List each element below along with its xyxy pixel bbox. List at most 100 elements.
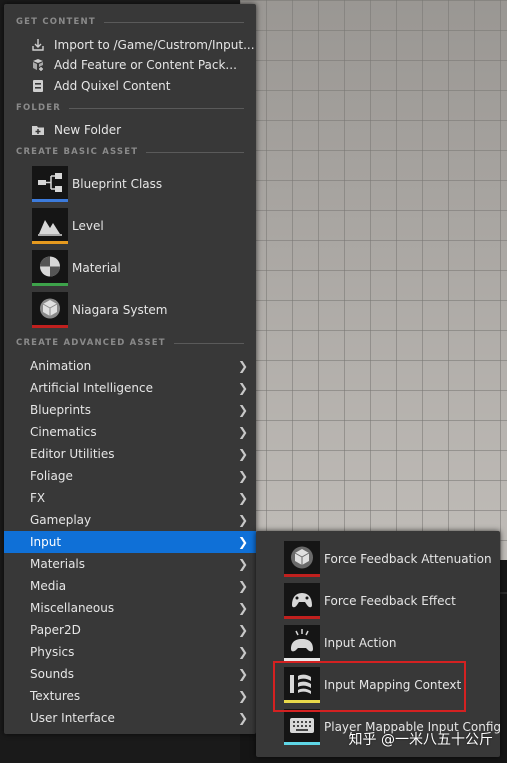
category-label: Input [30,535,62,549]
asset-type-color-bar [32,325,68,328]
quixel-icon [31,79,45,93]
chevron-right-icon: ❯ [237,601,248,615]
chevron-right-icon: ❯ [237,491,248,505]
category-physics[interactable]: Physics ❯ [4,641,256,663]
category-label: Media [30,579,67,593]
chevron-right-icon: ❯ [237,623,248,637]
asset-item-label: Niagara System [72,303,168,317]
submenu-item-force-feedback-attenuation[interactable]: Force Feedback Attenuation [256,539,500,579]
category-input[interactable]: Input ❯ [4,531,256,553]
section-header-create-basic-asset: CREATE BASIC ASSET [16,146,244,158]
asset-type-color-bar [284,742,320,745]
asset-type-color-bar [32,199,68,202]
chevron-right-icon: ❯ [237,535,248,549]
divider [103,21,244,23]
menu-item-label: Add Quixel Content [54,79,171,93]
asset-type-color-bar [32,283,68,286]
chevron-right-icon: ❯ [237,711,248,725]
category-animation[interactable]: Animation ❯ [4,355,256,377]
category-label: Textures [30,689,81,703]
chevron-right-icon: ❯ [237,645,248,659]
divider [69,107,244,109]
menu-item-add-feature-pack[interactable]: Add Feature or Content Pack... [4,55,256,75]
category-textures[interactable]: Textures ❯ [4,685,256,707]
submenu-item-label: Force Feedback Effect [324,594,456,608]
chevron-right-icon: ❯ [237,447,248,461]
category-cinematics[interactable]: Cinematics ❯ [4,421,256,443]
submenu-item-force-feedback-effect[interactable]: Force Feedback Effect [256,581,500,621]
category-media[interactable]: Media ❯ [4,575,256,597]
category-editor-utilities[interactable]: Editor Utilities ❯ [4,443,256,465]
category-label: Materials [30,557,86,571]
level-viewport[interactable] [240,0,507,560]
category-label: Physics [30,645,75,659]
menu-item-label: Import to /Game/Custrom/Input... [54,38,255,52]
divider [146,151,244,153]
category-label: Blueprints [30,403,92,417]
content-pack-icon [31,58,45,72]
section-header-folder: FOLDER [16,102,244,114]
category-label: User Interface [30,711,115,725]
chevron-right-icon: ❯ [237,425,248,439]
category-label: FX [30,491,46,505]
category-label: Cinematics [30,425,97,439]
force-feedback-effect-icon [284,583,320,619]
menu-item-new-folder[interactable]: New Folder [4,120,256,140]
category-label: Miscellaneous [30,601,115,615]
section-header-create-advanced-asset: CREATE ADVANCED ASSET [16,337,244,349]
category-label: Animation [30,359,92,373]
category-materials[interactable]: Materials ❯ [4,553,256,575]
category-foliage[interactable]: Foliage ❯ [4,465,256,487]
category-miscellaneous[interactable]: Miscellaneous ❯ [4,597,256,619]
chevron-right-icon: ❯ [237,381,248,395]
asset-item-blueprint-class[interactable]: Blueprint Class [4,164,256,204]
chevron-right-icon: ❯ [237,359,248,373]
force-feedback-attenuation-icon [284,541,320,577]
watermark: 知乎 @一米八五十公斤 [348,732,493,748]
divider [173,342,244,344]
import-icon [31,38,45,52]
category-paper2d[interactable]: Paper2D ❯ [4,619,256,641]
input-submenu: Force Feedback Attenuation Force Feedbac… [256,531,501,757]
player-mappable-input-config-icon [284,709,320,745]
chevron-right-icon: ❯ [237,513,248,527]
menu-item-import[interactable]: Import to /Game/Custrom/Input... [4,35,256,55]
asset-item-label: Material [72,261,121,275]
new-folder-icon [31,123,45,137]
submenu-item-label: Input Action [324,636,397,650]
menu-item-label: New Folder [54,123,122,137]
asset-type-color-bar [284,574,320,577]
chevron-right-icon: ❯ [237,579,248,593]
asset-item-label: Level [72,219,104,233]
category-label: Gameplay [30,513,92,527]
category-label: Editor Utilities [30,447,115,461]
category-artificial-intelligence[interactable]: Artificial Intelligence ❯ [4,377,256,399]
submenu-item-label: Force Feedback Attenuation [324,552,492,566]
submenu-item-input-action[interactable]: Input Action [256,623,500,663]
category-fx[interactable]: FX ❯ [4,487,256,509]
menu-item-add-quixel[interactable]: Add Quixel Content [4,76,256,96]
asset-item-material[interactable]: Material [4,248,256,288]
chevron-right-icon: ❯ [237,557,248,571]
asset-item-niagara-system[interactable]: Niagara System [4,290,256,330]
category-blueprints[interactable]: Blueprints ❯ [4,399,256,421]
chevron-right-icon: ❯ [237,403,248,417]
niagara-system-icon [32,292,68,328]
category-sounds[interactable]: Sounds ❯ [4,663,256,685]
category-user-interface[interactable]: User Interface ❯ [4,707,256,729]
category-label: Artificial Intelligence [30,381,153,395]
material-icon [32,250,68,286]
category-label: Paper2D [30,623,81,637]
section-title: CREATE BASIC ASSET [16,147,139,157]
chevron-right-icon: ❯ [237,667,248,681]
category-label: Sounds [30,667,75,681]
asset-type-color-bar [284,616,320,619]
asset-item-label: Blueprint Class [72,177,163,191]
category-gameplay[interactable]: Gameplay ❯ [4,509,256,531]
section-header-get-content: GET CONTENT [16,16,244,28]
section-title: GET CONTENT [16,17,96,27]
chevron-right-icon: ❯ [237,689,248,703]
asset-item-level[interactable]: Level [4,206,256,246]
section-title: CREATE ADVANCED ASSET [16,338,166,348]
menu-item-label: Add Feature or Content Pack... [54,58,237,72]
